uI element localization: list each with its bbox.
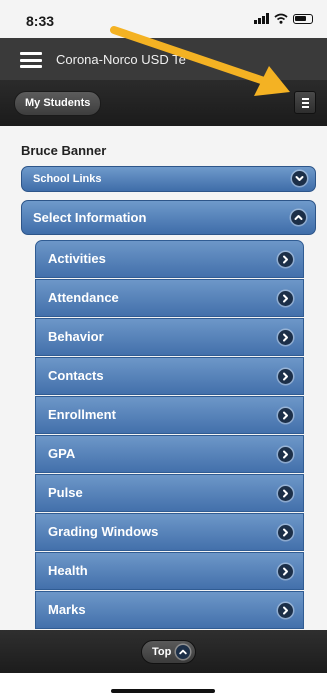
list-item-enrollment[interactable]: Enrollment xyxy=(35,396,304,434)
battery-icon xyxy=(293,14,313,24)
school-links-label: School Links xyxy=(33,173,102,185)
toolbar: My Students xyxy=(0,80,327,126)
chevron-right-icon xyxy=(278,408,293,423)
main-content: Bruce Banner School Links Select Informa… xyxy=(0,126,327,630)
select-information-header[interactable]: Select Information xyxy=(21,200,316,235)
chevron-right-icon xyxy=(278,525,293,540)
list-item-label: Grading Windows xyxy=(48,524,159,539)
chevron-right-icon xyxy=(278,252,293,267)
chevron-up-icon xyxy=(176,645,190,659)
chevron-right-icon xyxy=(278,291,293,306)
list-item-marks[interactable]: Marks xyxy=(35,591,304,629)
home-indicator[interactable] xyxy=(111,689,215,693)
status-time: 8:33 xyxy=(26,13,55,29)
my-students-button[interactable]: My Students xyxy=(14,91,102,116)
chevron-down-icon xyxy=(292,171,307,186)
chevron-right-icon xyxy=(278,486,293,501)
list-item-attendance[interactable]: Attendance xyxy=(35,279,304,317)
list-item-contacts[interactable]: Contacts xyxy=(35,357,304,395)
list-item-label: Attendance xyxy=(48,290,119,305)
wifi-icon xyxy=(274,13,288,24)
options-menu-button[interactable] xyxy=(294,91,316,114)
information-list: Activities Attendance Behavior Contacts … xyxy=(35,240,304,630)
list-item-activities[interactable]: Activities xyxy=(35,240,304,278)
list-item-pulse[interactable]: Pulse xyxy=(35,474,304,512)
top-button[interactable]: Top xyxy=(141,640,196,664)
list-item-label: Activities xyxy=(48,251,106,266)
top-button-label: Top xyxy=(152,646,172,658)
chevron-right-icon xyxy=(278,330,293,345)
hamburger-menu-icon[interactable] xyxy=(20,52,42,68)
chevron-right-icon xyxy=(278,369,293,384)
list-item-grading-windows[interactable]: Grading Windows xyxy=(35,513,304,551)
list-item-gpa[interactable]: GPA xyxy=(35,435,304,473)
chevron-right-icon xyxy=(278,447,293,462)
status-icons xyxy=(254,13,313,24)
chevron-up-icon xyxy=(291,210,306,225)
app-header: Corona-Norco USD Te xyxy=(0,38,327,80)
bottom-bar: Top xyxy=(0,630,327,673)
home-indicator-area xyxy=(0,673,327,700)
signal-icon xyxy=(254,13,269,24)
list-item-label: Health xyxy=(48,563,88,578)
list-item-health[interactable]: Health xyxy=(35,552,304,590)
list-item-label: Marks xyxy=(48,602,86,617)
school-links-dropdown[interactable]: School Links xyxy=(21,166,316,192)
app-title: Corona-Norco USD Te xyxy=(56,52,186,67)
list-item-label: Pulse xyxy=(48,485,83,500)
list-item-label: Contacts xyxy=(48,368,104,383)
status-bar: 8:33 xyxy=(0,0,327,38)
student-name: Bruce Banner xyxy=(21,143,107,158)
chevron-right-icon xyxy=(278,603,293,618)
select-information-label: Select Information xyxy=(33,210,147,225)
list-item-label: Behavior xyxy=(48,329,104,344)
chevron-right-icon xyxy=(278,564,293,579)
list-item-label: Enrollment xyxy=(48,407,116,422)
list-item-behavior[interactable]: Behavior xyxy=(35,318,304,356)
list-item-label: GPA xyxy=(48,446,76,461)
